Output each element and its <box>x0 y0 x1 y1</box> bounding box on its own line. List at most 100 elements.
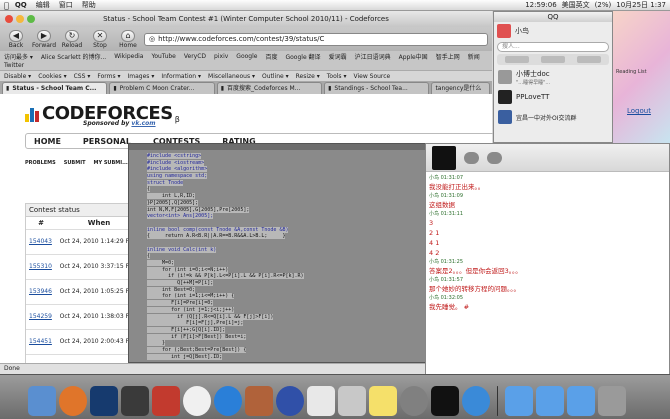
terminal-icon[interactable] <box>431 386 459 416</box>
contact-item[interactable]: 宜昌一中对外OI交流群 <box>494 107 612 127</box>
zoom-icon[interactable] <box>27 15 35 23</box>
addon-disable[interactable]: Disable ▾ <box>4 73 31 80</box>
apple-menu-icon[interactable]:  <box>4 1 9 10</box>
addon-information[interactable]: Information ▾ <box>161 73 201 80</box>
menu-window[interactable]: 窗口 <box>59 0 73 10</box>
contact-item[interactable]: PPLoveTT <box>494 87 612 107</box>
bookmark-item[interactable]: Apple中国 <box>399 52 428 61</box>
avatar[interactable] <box>432 145 456 170</box>
logout-link[interactable]: Logout <box>627 107 651 115</box>
bookmark-item[interactable]: 访问最多 ▾ <box>4 52 33 61</box>
photoshop-icon[interactable] <box>90 386 118 416</box>
addon-forms[interactable]: Forms ▾ <box>97 73 120 80</box>
menu-help[interactable]: 帮助 <box>82 0 96 10</box>
qq-search-input[interactable]: 搜人... <box>497 42 609 52</box>
bookmark-item[interactable]: 沪江日语词典 <box>355 52 391 61</box>
input-method[interactable]: 美国英文 <box>562 0 590 10</box>
gear-icon[interactable] <box>400 386 428 416</box>
chat-bubble-icon[interactable] <box>505 56 529 63</box>
qq-nickname[interactable]: 小鸟 <box>515 26 529 36</box>
minimize-icon[interactable] <box>16 15 24 23</box>
app-menu[interactable]: QQ <box>15 1 27 9</box>
addon-css[interactable]: CSS ▾ <box>74 73 91 80</box>
submission-link[interactable]: 154043 <box>26 228 56 254</box>
home-button[interactable]: ⌂ Home <box>116 29 140 49</box>
tab-problem-c[interactable]: ▮ Problem C Moon Crater... <box>109 82 215 94</box>
url-field[interactable]: ◎ http://www.codeforces.com/contest/39/st… <box>144 32 488 46</box>
sponsor-link[interactable]: vk.com <box>131 120 155 127</box>
bookmark-item[interactable]: pixiv <box>214 53 228 60</box>
code-line: if (i!=k && P[k].L<=P[i].L && P[i].R<=P[… <box>147 273 304 280</box>
avatar[interactable] <box>497 24 511 38</box>
tab-tangency[interactable]: tangency是什么 <box>431 82 491 94</box>
submission-link[interactable]: 155310 <box>26 253 56 279</box>
bookmark-item[interactable]: 新闻 <box>468 52 480 61</box>
screen-sharing-icon[interactable] <box>152 386 180 416</box>
tab-standings[interactable]: ▮ Standings - School Tea... <box>324 82 430 94</box>
stop-button[interactable]: ✕ Stop <box>88 29 112 49</box>
photo-booth-icon[interactable] <box>121 386 149 416</box>
submission-link[interactable]: 154451 <box>26 328 56 354</box>
bookmark-item[interactable]: YouTube <box>151 53 175 60</box>
battery-status[interactable]: (2%) <box>595 1 612 9</box>
addon-view-source[interactable]: View Source <box>353 73 390 80</box>
qq-penguin-icon[interactable] <box>183 386 211 416</box>
submission-link[interactable]: 153946 <box>26 278 56 304</box>
message-list[interactable]: 小鸟 01:31:07 我没能打正出来。。 小鸟 01:31:09 这组数据 小鸟 … <box>426 172 669 312</box>
tab-status[interactable]: ▮ Status - School Team C... <box>2 82 108 94</box>
back-button[interactable]: ◀ Back <box>4 29 28 49</box>
itunes-icon[interactable] <box>214 386 242 416</box>
bookmarks-bar: 访问最多 ▾ Alice Scarlett 的博你... Wikipedia Y… <box>0 51 492 61</box>
finder-icon[interactable] <box>28 386 56 416</box>
trash-icon[interactable] <box>598 386 626 416</box>
system-preferences-icon[interactable] <box>276 386 304 416</box>
reading-list-label[interactable]: Reading List <box>616 69 647 75</box>
bookmark-item[interactable]: Wikipedia <box>114 53 143 60</box>
bookmark-item[interactable]: Alice Scarlett 的博你... <box>41 52 106 61</box>
preview-icon[interactable] <box>307 386 335 416</box>
bookmark-item[interactable]: VeryCD <box>184 53 206 60</box>
close-icon[interactable] <box>5 15 13 23</box>
video-call-icon[interactable] <box>464 151 479 164</box>
time-machine-clock[interactable]: 12:59:06 <box>525 1 556 9</box>
firefox-icon[interactable] <box>59 386 87 416</box>
downloads-folder-icon[interactable] <box>567 386 595 416</box>
addon-images[interactable]: Images ▾ <box>128 73 155 80</box>
bookmark-item[interactable]: Twitter <box>4 62 24 69</box>
bookmark-item[interactable]: 智手上网 <box>436 52 460 61</box>
tab-baidu[interactable]: ▮ 百度搜索_Codeforces M... <box>216 82 323 94</box>
safari-icon[interactable] <box>462 386 490 416</box>
source-code[interactable]: #include <cstring> #include <iostream> #in… <box>129 150 429 360</box>
xcode-icon[interactable] <box>338 386 366 416</box>
clock[interactable]: 10月25日 1:37 <box>616 0 666 10</box>
submission-link[interactable]: 154259 <box>26 303 56 329</box>
subnav-problems[interactable]: PROBLEMS <box>25 160 56 166</box>
reload-button[interactable]: ↻ Reload <box>60 29 84 49</box>
group-icon[interactable] <box>541 56 565 63</box>
addon-tools[interactable]: Tools ▾ <box>327 73 347 80</box>
chat-header <box>426 144 669 172</box>
recent-icon[interactable] <box>577 56 601 63</box>
contact-item[interactable]: 小博士doc "...睡得早睡"... <box>494 67 612 87</box>
garageband-icon[interactable] <box>245 386 273 416</box>
code-line: M=0; <box>147 260 175 266</box>
browser-toolbar: ◀ Back ▶ Forward ↻ Reload ✕ Stop ⌂ Home ◎ http… <box>0 27 492 51</box>
addon-misc[interactable]: Miscellaneous ▾ <box>208 73 255 80</box>
menu-edit[interactable]: 编辑 <box>36 0 50 10</box>
subnav-submit[interactable]: SUBMIT <box>64 160 86 166</box>
forward-button[interactable]: ▶ Forward <box>32 29 56 49</box>
applications-folder-icon[interactable] <box>505 386 533 416</box>
subnav-my-submissions[interactable]: MY SUBMI... <box>93 160 127 166</box>
addon-cookies[interactable]: Cookies ▾ <box>38 73 66 80</box>
nav-personal[interactable]: PERSONAL <box>83 137 131 146</box>
bookmark-item[interactable]: 爱词霸 <box>329 52 347 61</box>
bookmark-item[interactable]: 百度 <box>265 52 277 61</box>
bookmark-item[interactable]: Google <box>236 53 257 60</box>
documents-folder-icon[interactable] <box>536 386 564 416</box>
addon-outline[interactable]: Outline ▾ <box>262 73 289 80</box>
nav-home[interactable]: HOME <box>34 137 61 146</box>
stickies-icon[interactable] <box>369 386 397 416</box>
send-file-icon[interactable] <box>487 151 502 164</box>
bookmark-item[interactable]: Google 翻译 <box>285 52 320 61</box>
addon-resize[interactable]: Resize ▾ <box>296 73 320 80</box>
